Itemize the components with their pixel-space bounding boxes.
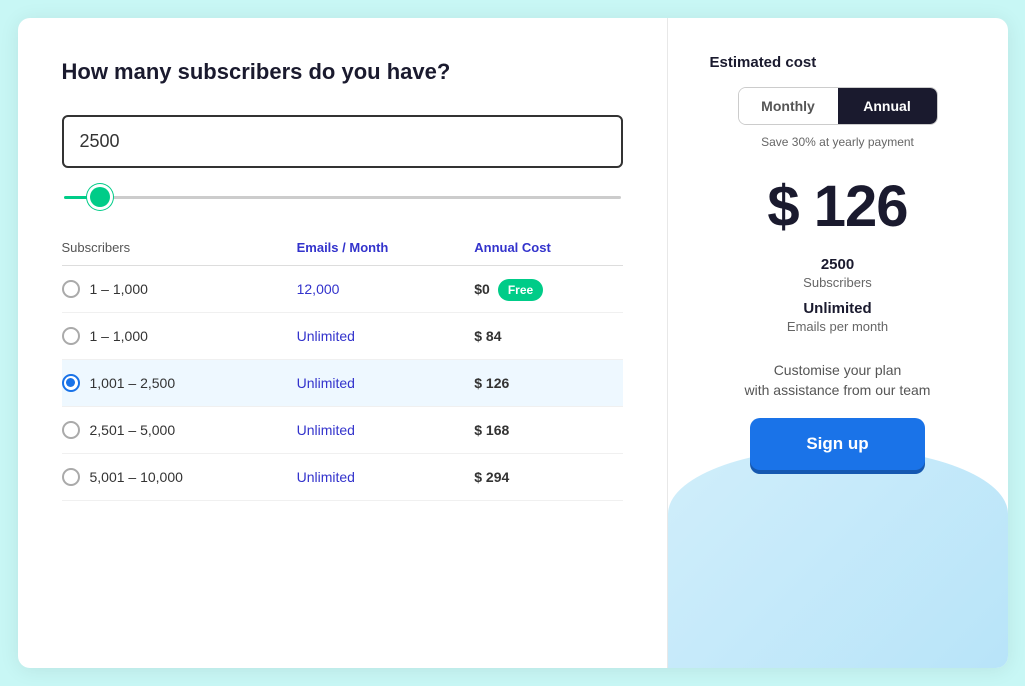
right-panel: Estimated cost Monthly Annual Save 30% a… xyxy=(668,18,1008,668)
pricing-table: Subscribers Emails / Month Annual Cost 1… xyxy=(62,240,623,501)
col-header-subscribers: Subscribers xyxy=(62,240,297,266)
emails-label: Emails per month xyxy=(787,319,888,334)
cost-cell: $ 126 xyxy=(474,375,509,391)
toggle-group: Monthly Annual xyxy=(738,87,938,125)
table-row[interactable]: 5,001 – 10,000 Unlimited$ 294 xyxy=(62,453,623,500)
subscriber-input[interactable] xyxy=(62,115,623,168)
customise-text: Customise your plan xyxy=(774,362,902,378)
cost-cell: $ 84 xyxy=(474,328,501,344)
subscriber-slider[interactable] xyxy=(64,196,621,199)
emails-cell: 12,000 xyxy=(297,265,475,312)
estimated-label: Estimated cost xyxy=(710,54,817,71)
emails-cell: Unlimited xyxy=(297,406,475,453)
range-label: 1,001 – 2,500 xyxy=(90,375,176,391)
radio-button[interactable] xyxy=(62,421,80,439)
right-content: Estimated cost Monthly Annual Save 30% a… xyxy=(700,54,976,470)
price-value: $ 126 xyxy=(767,174,907,239)
slider-container xyxy=(62,186,623,204)
range-label: 2,501 – 5,000 xyxy=(90,422,176,438)
assistance-text: with assistance from our team xyxy=(745,382,931,398)
radio-button[interactable] xyxy=(62,374,80,392)
subscribers-label: Subscribers xyxy=(803,275,872,290)
table-row[interactable]: 1 – 1,000 Unlimited$ 84 xyxy=(62,312,623,359)
range-label: 1 – 1,000 xyxy=(90,328,148,344)
emails-cell: Unlimited xyxy=(297,312,475,359)
question-heading: How many subscribers do you have? xyxy=(62,58,623,87)
left-panel: How many subscribers do you have? Subscr… xyxy=(18,18,668,668)
col-header-cost: Annual Cost xyxy=(474,240,622,266)
range-label: 1 – 1,000 xyxy=(90,281,148,297)
pricing-container: How many subscribers do you have? Subscr… xyxy=(18,18,1008,668)
radio-button[interactable] xyxy=(62,327,80,345)
emails-cell: Unlimited xyxy=(297,453,475,500)
cost-cell: $0 xyxy=(474,281,490,297)
table-row[interactable]: 1 – 1,000 12,000$0 Free xyxy=(62,265,623,312)
price-display: $ 126 xyxy=(767,173,907,240)
radio-button[interactable] xyxy=(62,280,80,298)
annual-toggle[interactable]: Annual xyxy=(838,88,937,124)
emails-cell: Unlimited xyxy=(297,359,475,406)
range-label: 5,001 – 10,000 xyxy=(90,469,183,485)
table-row[interactable]: 2,501 – 5,000 Unlimited$ 168 xyxy=(62,406,623,453)
right-panel-bg xyxy=(668,448,1008,668)
unlimited-label: Unlimited xyxy=(803,300,871,317)
signup-button[interactable]: Sign up xyxy=(750,418,924,470)
cost-cell: $ 294 xyxy=(474,469,509,485)
save-text: Save 30% at yearly payment xyxy=(761,135,914,149)
col-header-emails: Emails / Month xyxy=(297,240,475,266)
table-row[interactable]: 1,001 – 2,500 Unlimited$ 126 xyxy=(62,359,623,406)
cost-cell: $ 168 xyxy=(474,422,509,438)
subscribers-count: 2500 xyxy=(821,256,854,273)
radio-button[interactable] xyxy=(62,468,80,486)
free-badge: Free xyxy=(498,279,543,301)
monthly-toggle[interactable]: Monthly xyxy=(739,88,838,124)
